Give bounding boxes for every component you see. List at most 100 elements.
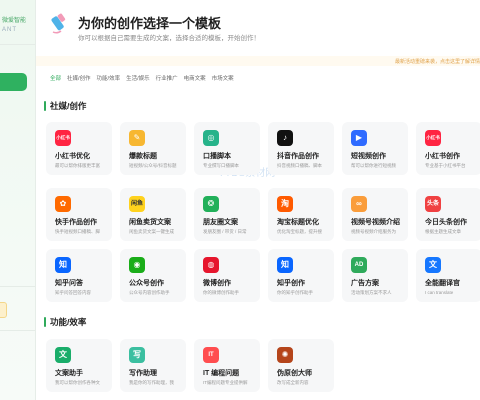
notice-text[interactable]: 最新活动重磅来袭，点击这里了解详情 bbox=[395, 58, 480, 65]
template-card-name: 朋友圈文案 bbox=[203, 219, 238, 226]
template-card-name: 公众号创作 bbox=[129, 280, 164, 287]
document-icon: 文 bbox=[55, 347, 71, 363]
template-card[interactable]: ✎ 爆款标题短视频/公众号/抖音标题 bbox=[120, 122, 186, 175]
section-title-efficiency: 功能/效率 bbox=[44, 316, 86, 328]
section-title-text: 功能/效率 bbox=[50, 317, 87, 327]
template-card[interactable]: ◎ 口播脚本 专业撰写口播脚本 bbox=[194, 122, 260, 175]
page-header: 为你的创作选择一个模板 你可以根据自己需要生成的文案，选择合适的模板，开始创作！ bbox=[36, 0, 480, 54]
zhihu-icon: 知 bbox=[277, 257, 293, 273]
template-card-name: 广告方案 bbox=[351, 280, 379, 287]
template-card[interactable]: 写写作助理我是你的写作助理，我 bbox=[120, 339, 186, 392]
brand-subname: ANT bbox=[2, 27, 17, 33]
douyin-icon: ♪ bbox=[277, 130, 293, 146]
template-card-name: 视频号视频介绍 bbox=[351, 219, 400, 226]
template-card-name: 淘宝标题优化 bbox=[277, 219, 319, 226]
template-card-desc: 最可以帮你排版更丰富 bbox=[55, 163, 100, 168]
toutiao-icon: 头条 bbox=[425, 196, 441, 212]
template-card-name: IT 编程问题 bbox=[203, 370, 240, 377]
template-card[interactable]: ▶ 短视频创作帮可以帮你进行短视频 bbox=[342, 122, 408, 175]
template-card-desc: 抖音视频口播稿、脚本 bbox=[277, 163, 322, 168]
brush-icon bbox=[51, 13, 66, 34]
code-icon: IT bbox=[203, 347, 219, 363]
template-card-name: 今日头条创作 bbox=[425, 219, 467, 226]
sidebar-divider bbox=[0, 330, 35, 331]
xianyu-icon: 闲鱼 bbox=[129, 196, 145, 212]
template-card-name: 伪原创大师 bbox=[277, 370, 312, 377]
sidebar-divider bbox=[0, 44, 35, 45]
template-card-name: 知乎问答 bbox=[55, 280, 83, 287]
template-card[interactable]: ◍ 微博创作 你的微博创作助手 bbox=[194, 249, 260, 302]
template-card-desc: 我可以帮你创作各种文 bbox=[55, 380, 100, 385]
template-card-name: 口播脚本 bbox=[203, 153, 231, 160]
template-card-desc: 知乎问答回答内容 bbox=[55, 290, 91, 295]
weibo-icon: ◍ bbox=[203, 257, 219, 273]
section-accent-bar bbox=[44, 317, 46, 327]
template-card-name: 抖音作品创作 bbox=[277, 153, 319, 160]
template-card-desc: 你的知乎创作助手 bbox=[277, 290, 313, 295]
template-card[interactable]: 淘淘宝标题优化 优化淘宝标题，提升搜 bbox=[268, 188, 334, 241]
template-card[interactable]: 文文案助手 我可以帮你创作各种文 bbox=[46, 339, 112, 392]
template-card[interactable]: AD 广告方案 活动策划方案不求人 bbox=[342, 249, 408, 302]
template-card-desc: 发朋友圈 / 带货 / 日常 bbox=[203, 229, 247, 234]
page-subtitle: 你可以根据自己需要生成的文案，选择合适的模板，开始创作！ bbox=[78, 35, 260, 42]
play-icon: ▶ bbox=[351, 130, 367, 146]
aperture-icon: ❂ bbox=[203, 196, 219, 212]
sidebar-promo-tab[interactable] bbox=[0, 302, 7, 318]
template-card[interactable]: 知知乎创作 你的知乎创作助手 bbox=[268, 249, 334, 302]
template-card-name: 写作助理 bbox=[129, 370, 157, 377]
sidebar-divider bbox=[0, 286, 35, 287]
main-content: 为你的创作选择一个模板 你可以根据自己需要生成的文案，选择合适的模板，开始创作！… bbox=[36, 0, 480, 400]
filter-industry[interactable]: 行业推广 bbox=[156, 74, 178, 82]
template-card-desc: 你的微博创作助手 bbox=[203, 290, 239, 295]
template-card[interactable]: 小红书 小红书创作 专业基于小红书平台 bbox=[416, 122, 480, 175]
template-card[interactable]: ✿ 快手作品创作 快手短视频口播稿、脚 bbox=[46, 188, 112, 241]
template-card-name: 小红书优化 bbox=[55, 153, 90, 160]
filter-social[interactable]: 社媒/创作 bbox=[67, 74, 91, 82]
section-title-text: 社媒/创作 bbox=[50, 101, 87, 111]
filter-all[interactable]: 全部 bbox=[50, 74, 61, 82]
template-card-desc: 闲鱼卖货文案一键生成 bbox=[129, 229, 174, 234]
template-card-desc: 短视频/公众号/抖音标题 bbox=[129, 163, 177, 168]
rewrite-icon: ✺ bbox=[277, 347, 293, 363]
template-card-desc: 专业基于小红书平台 bbox=[425, 163, 466, 168]
section-accent-bar bbox=[44, 101, 46, 111]
filter-efficiency[interactable]: 功能/效率 bbox=[97, 74, 121, 82]
pencil-icon: ✎ bbox=[129, 130, 145, 146]
zhihu-icon: 知 bbox=[55, 257, 71, 273]
template-card[interactable]: ♪ 抖音作品创作 抖音视频口播稿、脚本 bbox=[268, 122, 334, 175]
template-card-desc: 公众号内容创作助手 bbox=[129, 290, 170, 295]
template-card-desc: 视频号视频介绍服务为 bbox=[351, 229, 396, 234]
template-card-desc: 帮可以帮你进行短视频 bbox=[351, 163, 396, 168]
template-card[interactable]: 闲鱼 闲鱼卖货文案 闲鱼卖货文案一键生成 bbox=[120, 188, 186, 241]
template-card[interactable]: ∞ 视频号视频介绍 视频号视频介绍服务为 bbox=[342, 188, 408, 241]
template-card-desc: I can translate bbox=[425, 290, 454, 295]
sidebar: 微爱智能 ANT bbox=[0, 0, 36, 400]
template-card-desc: 改写成全新内容 bbox=[277, 380, 309, 385]
template-card[interactable]: 知知乎问答知乎问答回答内容 bbox=[46, 249, 112, 302]
taobao-icon: 淘 bbox=[277, 196, 293, 212]
template-card[interactable]: IT IT 编程问题 IT编程问题专业提供解 bbox=[194, 339, 260, 392]
template-card-name: 小红书创作 bbox=[425, 153, 460, 160]
template-card-name: 短视频创作 bbox=[351, 153, 386, 160]
template-card-name: 爆款标题 bbox=[129, 153, 157, 160]
brand-name: 微爱智能 bbox=[2, 18, 27, 24]
template-card[interactable]: ❂ 朋友圈文案发朋友圈 / 带货 / 日常 bbox=[194, 188, 260, 241]
notice-bar[interactable]: 最新活动重磅来袭，点击这里了解详情 bbox=[36, 56, 480, 66]
template-card[interactable]: ◉ 公众号创作 公众号内容创作助手 bbox=[120, 249, 186, 302]
translate-icon: 文 bbox=[425, 257, 441, 273]
template-card[interactable]: ✺ 伪原创大师改写成全新内容 bbox=[268, 339, 334, 392]
filter-ecommerce[interactable]: 电商文案 bbox=[184, 74, 206, 82]
xiaohongshu-icon: 小红书 bbox=[55, 130, 71, 146]
template-card-desc: IT编程问题专业提供解 bbox=[203, 380, 248, 385]
template-card[interactable]: 文全能翻译官 I can translate bbox=[416, 249, 480, 302]
template-card-desc: 我是你的写作助理，我 bbox=[129, 380, 174, 385]
section-title-social: 社媒/创作 bbox=[44, 100, 86, 112]
page-title: 为你的创作选择一个模板 bbox=[78, 16, 222, 31]
template-card[interactable]: 小红书小红书优化最可以帮你排版更丰富 bbox=[46, 122, 112, 175]
filter-lifestyle[interactable]: 生活/娱乐 bbox=[126, 74, 150, 82]
filter-marketing[interactable]: 市场文案 bbox=[212, 74, 234, 82]
template-card[interactable]: 头条 今日头条创作 根据主题生成文章 bbox=[416, 188, 480, 241]
sidebar-item-active[interactable] bbox=[0, 73, 27, 91]
write-icon: 写 bbox=[129, 347, 145, 363]
template-card-desc: 快手短视频口播稿、脚 bbox=[55, 229, 100, 234]
